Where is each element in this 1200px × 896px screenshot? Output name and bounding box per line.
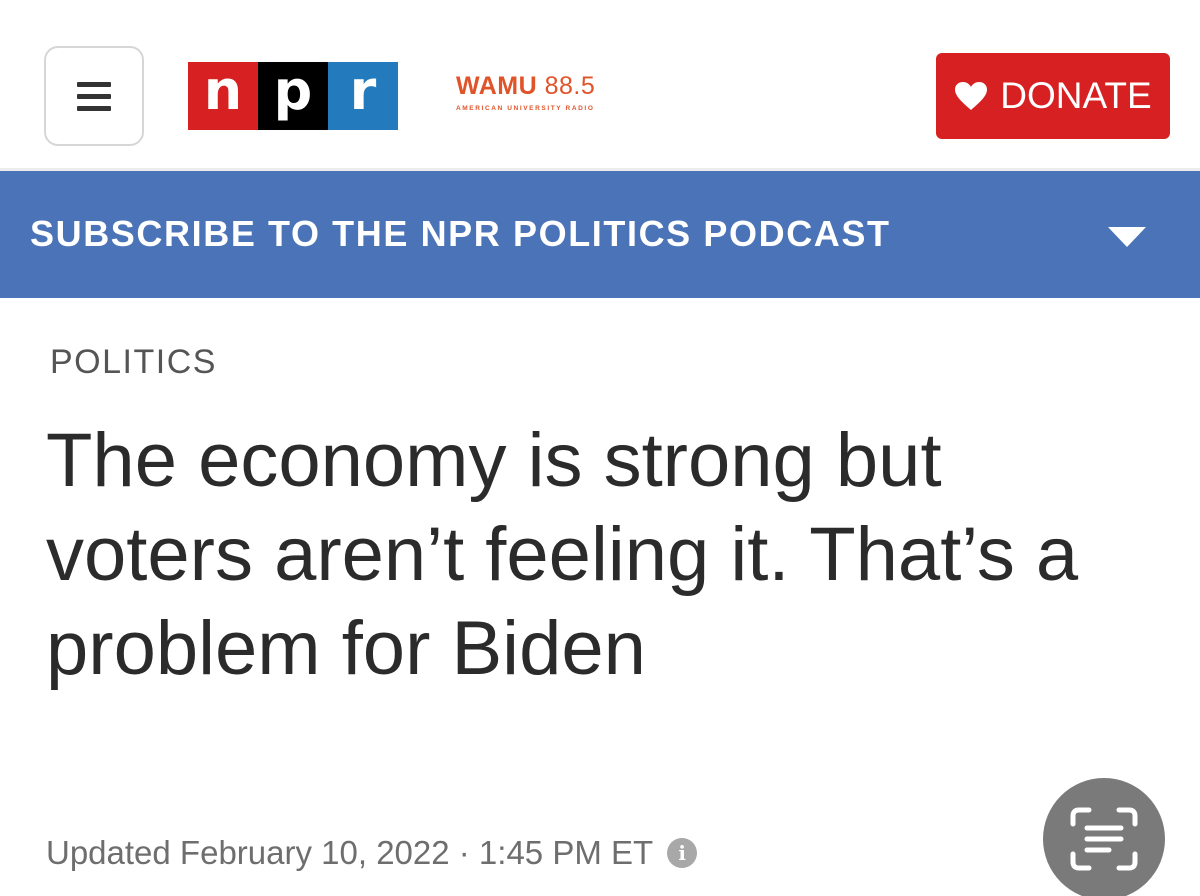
page: n p r WAMU 88.5 AMERICAN UNIVERSITY RADI… — [0, 0, 1200, 896]
section-label[interactable]: POLITICS — [50, 343, 217, 382]
donate-button[interactable]: DONATE — [936, 53, 1170, 139]
updated-timestamp-row: Updated February 10, 2022 · 1:45 PM ET i — [46, 834, 698, 872]
npr-logo-r: r — [328, 62, 398, 130]
text-scan-icon — [1070, 807, 1138, 871]
site-header: n p r WAMU 88.5 AMERICAN UNIVERSITY RADI… — [0, 0, 1200, 171]
npr-logo-n: n — [188, 62, 258, 130]
text-scan-button[interactable] — [1043, 778, 1165, 896]
hamburger-menu-icon — [77, 81, 111, 111]
menu-button[interactable] — [44, 46, 144, 146]
station-frequency: 88.5 — [544, 72, 596, 100]
chevron-down-icon[interactable] — [1108, 227, 1146, 249]
donate-label: DONATE — [1000, 75, 1152, 116]
info-icon[interactable]: i — [667, 838, 698, 868]
subscribe-podcast-text: SUBSCRIBE TO THE NPR POLITICS PODCAST — [30, 213, 891, 254]
station-logo[interactable]: WAMU 88.5 AMERICAN UNIVERSITY RADIO — [456, 72, 595, 112]
updated-timestamp: Updated February 10, 2022 · 1:45 PM ET — [46, 834, 654, 871]
station-call-sign: WAMU — [456, 72, 538, 100]
station-subtitle: AMERICAN UNIVERSITY RADIO — [456, 105, 595, 112]
subscribe-podcast-bar[interactable]: SUBSCRIBE TO THE NPR POLITICS PODCAST — [0, 171, 1200, 298]
npr-logo[interactable]: n p r — [188, 62, 398, 130]
npr-logo-p: p — [258, 62, 328, 130]
article-headline: The economy is strong but voters aren’t … — [46, 418, 1079, 691]
heart-icon — [954, 81, 988, 111]
